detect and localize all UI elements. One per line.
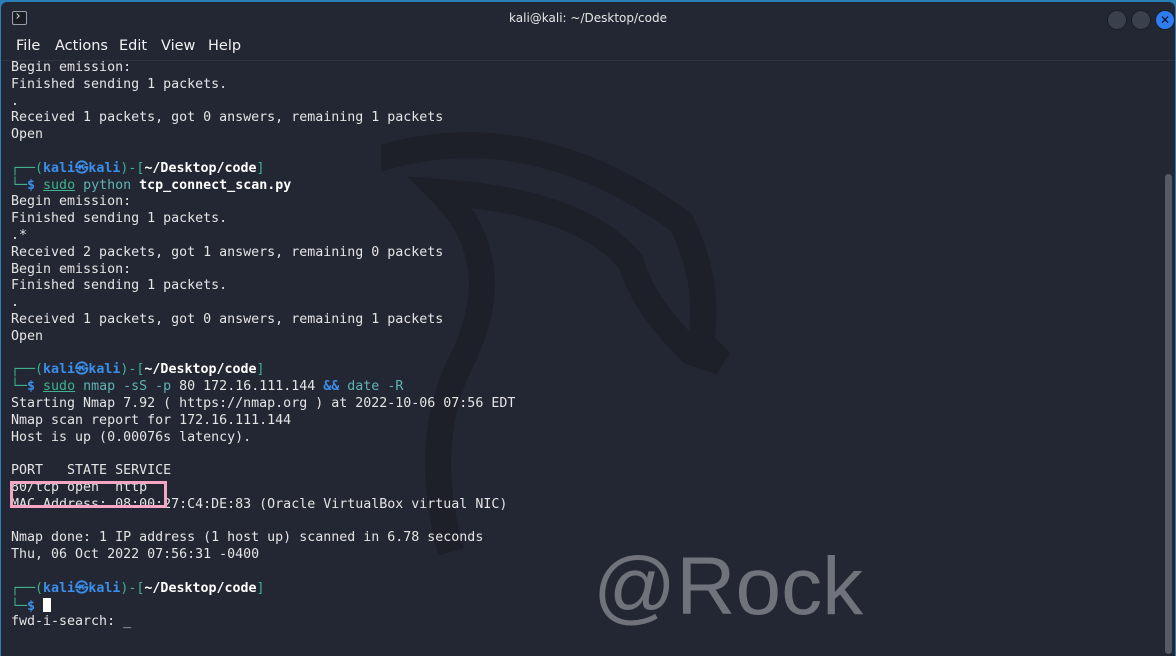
highlight-box (10, 481, 167, 508)
output-line: Begin emission: (11, 261, 132, 277)
output-line: . (11, 295, 20, 311)
output-line: Finished sending 1 packets. (11, 278, 228, 294)
minimize-button[interactable] (1107, 10, 1127, 30)
title-bar: kali@kali: ~/Desktop/code ✕ (1, 2, 1175, 32)
menu-view[interactable]: View (161, 38, 195, 54)
output-line: Host is up (0.00076s latency). (11, 429, 252, 445)
output-line: Received 1 packets, got 0 answers, remai… (11, 311, 444, 327)
text-cursor (43, 597, 52, 612)
output-line: Starting Nmap 7.92 ( https://nmap.org ) … (11, 395, 516, 411)
watermark: @Rock (593, 541, 864, 632)
output-line: Nmap done: 1 IP address (1 host up) scan… (11, 530, 484, 546)
terminal-window: @Rock kali@kali: ~/Desktop/code ✕ File A… (1, 2, 1175, 656)
output-line: Received 1 packets, got 0 answers, remai… (11, 110, 444, 126)
command-line: └─$ sudo nmap -sS -p 80 172.16.111.144 &… (11, 379, 404, 395)
output-line: Begin emission: (11, 194, 132, 210)
output-line: Finished sending 1 packets. (11, 211, 228, 227)
output-line: Finished sending 1 packets. (11, 76, 228, 92)
output-line: Thu, 06 Oct 2022 07:56:31 -0400 (11, 547, 260, 563)
prompt-line: ┌──(kali㉿kali)-[~/Desktop/code] (11, 580, 265, 596)
output-line: Nmap scan report for 172.16.111.144 (11, 412, 292, 428)
prompt-line: ┌──(kali㉿kali)-[~/Desktop/code] (11, 160, 265, 176)
output-line: .* (11, 227, 28, 243)
command-line: └─$ (11, 597, 515, 615)
command-line: └─$ sudo python tcp_connect_scan.py (11, 177, 292, 193)
menu-bar: File Actions Edit View Help (1, 36, 1175, 61)
output-line: Open (11, 127, 44, 143)
menu-file[interactable]: File (16, 38, 40, 54)
reverse-search-line: fwd-i-search: _ (11, 614, 132, 630)
scrollbar[interactable] (1165, 174, 1172, 654)
window-title: kali@kali: ~/Desktop/code (509, 11, 667, 25)
output-line: Received 2 packets, got 1 answers, remai… (11, 244, 444, 260)
close-button[interactable]: ✕ (1155, 10, 1175, 30)
maximize-button[interactable] (1131, 10, 1151, 30)
output-line: PORT STATE SERVICE (11, 463, 172, 479)
terminal-output[interactable]: Begin emission: Finished sending 1 packe… (11, 60, 515, 631)
menu-actions[interactable]: Actions (55, 38, 108, 54)
output-line: Begin emission: (11, 60, 132, 75)
prompt-line: ┌──(kali㉿kali)-[~/Desktop/code] (11, 362, 265, 378)
menu-edit[interactable]: Edit (119, 38, 147, 54)
output-line: . (11, 93, 20, 109)
output-line: Open (11, 328, 44, 344)
menu-help[interactable]: Help (208, 38, 241, 54)
